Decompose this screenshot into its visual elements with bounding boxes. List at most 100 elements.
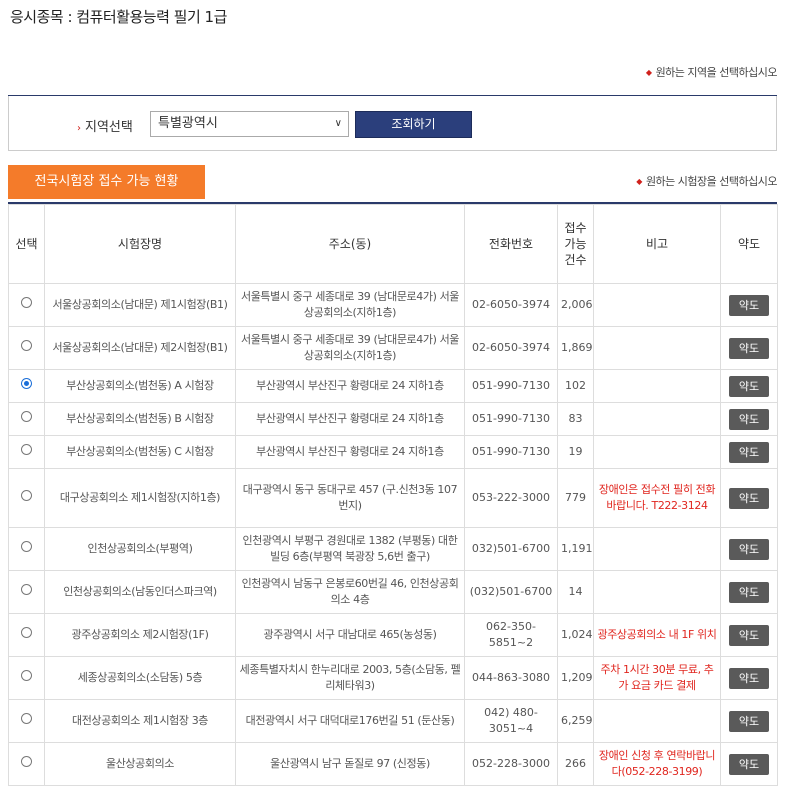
map-button[interactable]: 약도 [729, 408, 769, 430]
site-note: 장애인은 접수전 필히 전화바랍니다. T222-3124 [593, 468, 721, 528]
chevron-right-icon: › [77, 123, 81, 134]
table-row: 대구상공회의소 제1시험장(지하1층) 대구광역시 동구 동대구로 457 (구.… [8, 468, 778, 528]
site-name: 울산상공회의소 [44, 742, 236, 786]
diamond-icon: ◆ [645, 68, 652, 77]
region-label: › 지역선택 [77, 116, 133, 135]
site-count: 2,006 [557, 283, 594, 327]
site-note: 주차 1시간 30분 무료, 추가 요금 카드 결제 [593, 656, 721, 700]
site-address: 서울특별시 중구 세종대로 39 (남대문로4가) 서울상공회의소(지하1층) [235, 283, 465, 327]
site-address: 부산광역시 부산진구 황령대로 24 지하1층 [235, 435, 465, 469]
map-button[interactable]: 약도 [729, 753, 769, 775]
site-count: 1,209 [557, 656, 594, 700]
site-phone: 051-990-7130 [464, 402, 558, 436]
site-note: 광주상공회의소 내 1F 위치 [593, 613, 721, 657]
site-phone: 051-990-7130 [464, 435, 558, 469]
col-count: 접수가능건수 [557, 204, 594, 284]
map-button[interactable]: 약도 [729, 487, 769, 509]
site-phone: 042) 480-3051~4 [464, 699, 558, 743]
site-address: 광주광역시 서구 대남대로 465(농성동) [235, 613, 465, 657]
search-button[interactable]: 조회하기 [355, 111, 472, 138]
site-radio[interactable] [21, 541, 32, 552]
region-select[interactable]: 특별광역시 ∨ [150, 111, 349, 137]
col-select: 선택 [8, 204, 45, 284]
site-name: 대구상공회의소 제1시험장(지하1층) [44, 468, 236, 528]
select-cell [8, 742, 45, 786]
site-radio[interactable] [21, 340, 32, 351]
site-note [593, 326, 721, 370]
site-count: 102 [557, 369, 594, 403]
select-cell [8, 527, 45, 571]
site-note [593, 699, 721, 743]
site-name: 광주상공회의소 제2시험장(1F) [44, 613, 236, 657]
map-button[interactable]: 약도 [729, 581, 769, 603]
site-name: 부산상공회의소(범천동) A 시험장 [44, 369, 236, 403]
site-count: 83 [557, 402, 594, 436]
map-button[interactable]: 약도 [729, 375, 769, 397]
site-phone: 062-350-5851~2 [464, 613, 558, 657]
map-cell: 약도 [720, 613, 778, 657]
site-radio[interactable] [21, 490, 32, 501]
map-cell: 약도 [720, 468, 778, 528]
map-cell: 약도 [720, 402, 778, 436]
site-radio[interactable] [21, 444, 32, 455]
tab-nationwide-status[interactable]: 전국시험장 접수 가능 현황 [8, 165, 205, 199]
site-address: 울산광역시 남구 돋질로 97 (신정동) [235, 742, 465, 786]
region-select-value: 특별광역시 [158, 116, 218, 131]
col-note: 비고 [593, 204, 721, 284]
map-button[interactable]: 약도 [729, 710, 769, 732]
site-note [593, 570, 721, 614]
map-cell: 약도 [720, 435, 778, 469]
table-row: 울산상공회의소 울산광역시 남구 돋질로 97 (신정동) 052-228-3000… [8, 742, 778, 786]
chevron-down-icon: ∨ [334, 118, 342, 129]
site-radio[interactable] [21, 756, 32, 767]
select-cell [8, 570, 45, 614]
site-radio[interactable] [21, 584, 32, 595]
site-phone: 02-6050-3974 [464, 283, 558, 327]
region-label-text: 지역선택 [85, 120, 133, 135]
select-cell [8, 699, 45, 743]
table-row: 세종상공회의소(소담동) 5층 세종특별자치시 한누리대로 2003, 5층(소담… [8, 656, 778, 700]
map-button[interactable]: 약도 [729, 441, 769, 463]
site-radio[interactable] [21, 297, 32, 308]
map-button[interactable]: 약도 [729, 538, 769, 560]
map-cell: 약도 [720, 283, 778, 327]
site-name: 부산상공회의소(범천동) C 시험장 [44, 435, 236, 469]
site-radio[interactable] [21, 411, 32, 422]
select-cell [8, 656, 45, 700]
map-button[interactable]: 약도 [729, 337, 769, 359]
site-name: 부산상공회의소(범천동) B 시험장 [44, 402, 236, 436]
table-row: 서울상공회의소(남대문) 제1시험장(B1) 서울특별시 중구 세종대로 39 (… [8, 283, 778, 327]
select-cell [8, 613, 45, 657]
map-cell: 약도 [720, 656, 778, 700]
table-header-row: 선택 시험장명 주소(동) 전화번호 접수가능건수 비고 약도 [8, 204, 778, 284]
table-row: 부산상공회의소(범천동) C 시험장 부산광역시 부산진구 황령대로 24 지하1… [8, 435, 778, 469]
map-button[interactable]: 약도 [729, 624, 769, 646]
site-count: 1,191 [557, 527, 594, 571]
site-name: 인천상공회의소(부평역) [44, 527, 236, 571]
site-radio[interactable] [21, 713, 32, 724]
table-row: 인천상공회의소(남동인더스파크역) 인천광역시 남동구 은봉로60번길 46, 인… [8, 570, 778, 614]
table-row: 부산상공회의소(범천동) A 시험장 부산광역시 부산진구 황령대로 24 지하1… [8, 369, 778, 403]
site-radio[interactable] [21, 378, 32, 389]
map-button[interactable]: 약도 [729, 294, 769, 316]
site-note [593, 369, 721, 403]
table-row: 부산상공회의소(범천동) B 시험장 부산광역시 부산진구 황령대로 24 지하1… [8, 402, 778, 436]
site-name: 서울상공회의소(남대문) 제2시험장(B1) [44, 326, 236, 370]
col-phone: 전화번호 [464, 204, 558, 284]
site-name: 대전상공회의소 제1시험장 3층 [44, 699, 236, 743]
map-button[interactable]: 약도 [729, 667, 769, 689]
map-cell: 약도 [720, 369, 778, 403]
site-address: 부산광역시 부산진구 황령대로 24 지하1층 [235, 369, 465, 403]
site-note [593, 527, 721, 571]
site-address: 인천광역시 부평구 경원대로 1382 (부평동) 대한빌딩 6층(부평역 북광… [235, 527, 465, 571]
region-hint-text: 원하는 지역을 선택하십시오 [655, 66, 778, 79]
site-radio[interactable] [21, 670, 32, 681]
map-cell: 약도 [720, 570, 778, 614]
site-count: 6,259 [557, 699, 594, 743]
site-phone: 044-863-3080 [464, 656, 558, 700]
site-radio[interactable] [21, 627, 32, 638]
select-cell [8, 402, 45, 436]
site-phone: (032)501-6700 [464, 570, 558, 614]
select-cell [8, 283, 45, 327]
exam-site-table: 선택 시험장명 주소(동) 전화번호 접수가능건수 비고 약도 서울상공회의소(… [8, 204, 778, 786]
